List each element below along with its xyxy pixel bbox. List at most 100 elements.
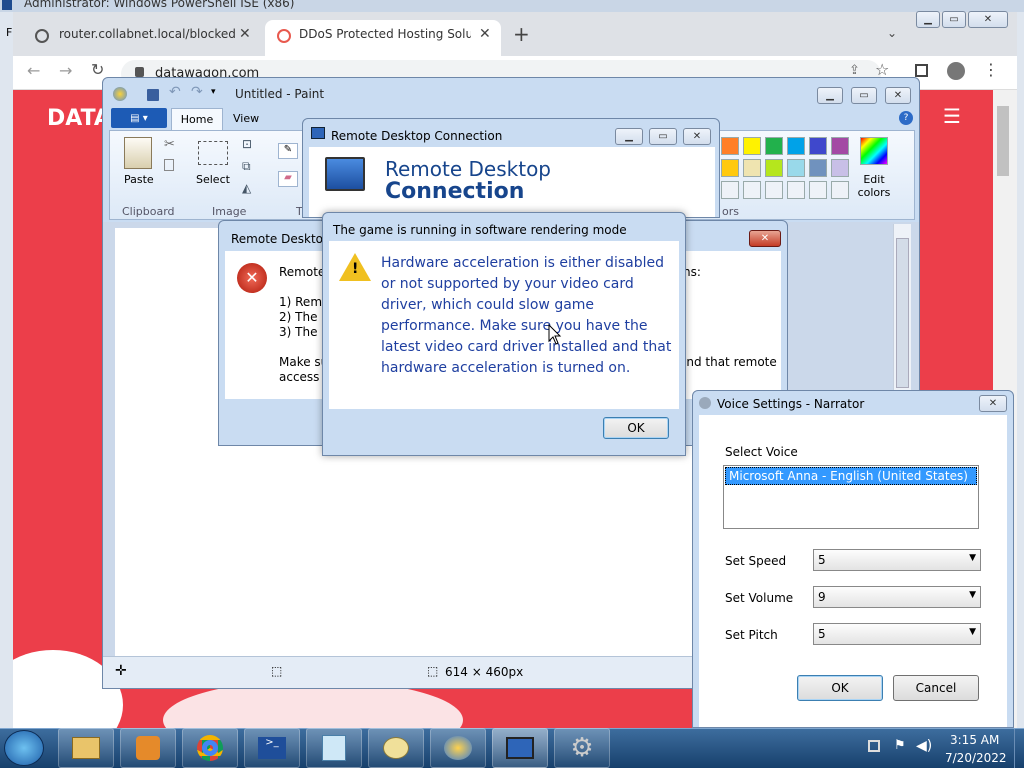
taskbar-chrome-icon[interactable] (182, 728, 238, 768)
rdc-minimize-button[interactable]: ▁ (615, 128, 643, 145)
browser-tab-2[interactable]: DDoS Protected Hosting Solution ✕ (265, 20, 501, 56)
share-icon[interactable]: ⇪ (849, 63, 860, 78)
color-swatch[interactable] (743, 159, 761, 177)
tab-home[interactable]: Home (171, 108, 223, 130)
save-icon[interactable] (147, 89, 159, 101)
paste-label[interactable]: Paste (124, 173, 154, 186)
color-swatch[interactable] (831, 137, 849, 155)
taskbar-notepad-icon[interactable] (306, 728, 362, 768)
color-swatch[interactable] (809, 137, 827, 155)
paint-maximize-button[interactable]: ▭ (851, 87, 877, 104)
close-tab-icon[interactable]: ✕ (479, 26, 491, 42)
color-swatch[interactable] (787, 159, 805, 177)
side-panel-icon[interactable] (915, 64, 928, 77)
pencil-icon[interactable]: ✎ (278, 143, 298, 159)
paint-minimize-button[interactable]: ▁ (817, 87, 843, 104)
game-dialog-ok-button[interactable]: OK (603, 417, 669, 439)
color-swatch[interactable] (765, 181, 783, 199)
minimize-button[interactable]: ▁ (916, 11, 940, 28)
new-tab-button[interactable]: + (513, 22, 530, 46)
resize-icon[interactable]: ⧉ (242, 159, 251, 174)
paint-title-bar[interactable]: ↶ ↷ ▾ Untitled - Paint ▁ ▭ ✕ (103, 78, 919, 106)
narrator-close-button[interactable]: ✕ (979, 395, 1007, 412)
pitch-dropdown[interactable]: 5 ▼ (813, 623, 981, 645)
browser-tab-1[interactable]: router.collabnet.local/blocked.ph ✕ (25, 22, 261, 50)
select-label[interactable]: Select (196, 173, 230, 186)
rotate-icon[interactable]: ◭ (242, 181, 251, 195)
rd-error-close-button[interactable]: ✕ (749, 230, 781, 247)
taskbar-explorer-icon[interactable] (58, 728, 114, 768)
network-tray-icon[interactable] (868, 740, 880, 752)
taskbar-remote-desktop-icon[interactable] (492, 728, 548, 768)
game-dialog: The game is running in software renderin… (322, 212, 686, 456)
color-swatch[interactable] (721, 159, 739, 177)
eraser-icon[interactable]: ▰ (278, 171, 298, 187)
chevron-down-icon: ▼ (969, 627, 976, 637)
reload-icon[interactable]: ↻ (91, 60, 104, 79)
rdc-close-button[interactable]: ✕ (683, 128, 711, 145)
color-swatch[interactable] (831, 159, 849, 177)
paste-icon[interactable] (124, 137, 152, 169)
color-swatch[interactable] (809, 181, 827, 199)
close-button[interactable]: ✕ (968, 11, 1008, 28)
close-tab-icon[interactable]: ✕ (239, 26, 251, 42)
tab-title: DDoS Protected Hosting Solution (299, 27, 471, 41)
rd-error-line1: Remote (279, 265, 326, 279)
image-group-label: Image (212, 205, 247, 218)
color-swatch[interactable] (765, 159, 783, 177)
powershell-title-bar[interactable]: Administrator: Windows PowerShell ISE (x… (0, 0, 1024, 12)
color-swatch[interactable] (787, 181, 805, 199)
powershell-window-controls: ▁ ▭ ✕ (916, 11, 1008, 28)
voice-listbox[interactable]: Microsoft Anna - English (United States) (723, 465, 979, 529)
narrator-ok-button[interactable]: OK (797, 675, 883, 701)
color-swatch[interactable] (809, 159, 827, 177)
clock-time[interactable]: 3:15 AM (950, 733, 999, 747)
rdc-maximize-button[interactable]: ▭ (649, 128, 677, 145)
profile-avatar[interactable] (947, 62, 965, 80)
start-button[interactable] (4, 730, 44, 766)
menu-kebab-icon[interactable]: ⋮ (983, 60, 999, 79)
cut-icon[interactable]: ✂ (164, 137, 175, 152)
help-icon[interactable]: ? (899, 111, 913, 125)
voice-option-selected[interactable]: Microsoft Anna - English (United States) (725, 467, 977, 485)
color-swatch[interactable] (743, 181, 761, 199)
tab-view[interactable]: View (233, 112, 259, 125)
forward-arrow-icon[interactable]: → (59, 61, 72, 80)
select-icon[interactable] (198, 141, 228, 165)
taskbar-media-player-icon[interactable] (120, 728, 176, 768)
color-swatch[interactable] (743, 137, 761, 155)
paint-close-button[interactable]: ✕ (885, 87, 911, 104)
back-arrow-icon[interactable]: ← (27, 61, 40, 80)
speed-dropdown[interactable]: 5 ▼ (813, 549, 981, 571)
color-swatch[interactable] (721, 181, 739, 199)
narrator-title: Voice Settings - Narrator (717, 397, 865, 411)
maximize-button[interactable]: ▭ (942, 11, 966, 28)
narrator-cancel-button[interactable]: Cancel (893, 675, 979, 701)
show-desktop-button[interactable] (1014, 729, 1024, 768)
color-swatch[interactable] (787, 137, 805, 155)
edit-colors-icon[interactable] (860, 137, 888, 165)
color-swatch[interactable] (831, 181, 849, 199)
taskbar-powershell-icon[interactable]: >_ (244, 728, 300, 768)
volume-tray-icon[interactable]: ◀) (916, 738, 932, 754)
taskbar-settings-icon[interactable]: ⚙ (554, 728, 610, 768)
warning-exclaim: ! (352, 261, 359, 277)
clock-date[interactable]: 7/20/2022 (945, 751, 1007, 765)
redo-icon[interactable]: ↷ (191, 84, 203, 100)
crop-icon[interactable]: ⊡ (242, 137, 252, 151)
edit-colors-label[interactable]: Edit colors (852, 173, 896, 199)
taskbar-paint-icon[interactable] (430, 728, 486, 768)
color-swatch[interactable] (765, 137, 783, 155)
game-dialog-message: Hardware acceleration is either disabled… (381, 255, 672, 376)
tab-search-chevron-icon[interactable]: ⌄ (887, 26, 897, 40)
taskbar-help-icon[interactable] (368, 728, 424, 768)
quick-access-dropdown-icon[interactable]: ▾ (211, 87, 216, 97)
action-center-tray-icon[interactable]: ⚑ (894, 738, 906, 753)
volume-dropdown[interactable]: 9 ▼ (813, 586, 981, 608)
hamburger-menu-icon[interactable]: ☰ (943, 104, 961, 128)
color-swatch[interactable] (721, 137, 739, 155)
paint-file-menu-button[interactable]: ▤ ▾ (111, 108, 167, 128)
cursor-position-icon: ✛ (115, 663, 127, 679)
copy-icon[interactable] (164, 159, 174, 171)
undo-icon[interactable]: ↶ (169, 84, 181, 100)
